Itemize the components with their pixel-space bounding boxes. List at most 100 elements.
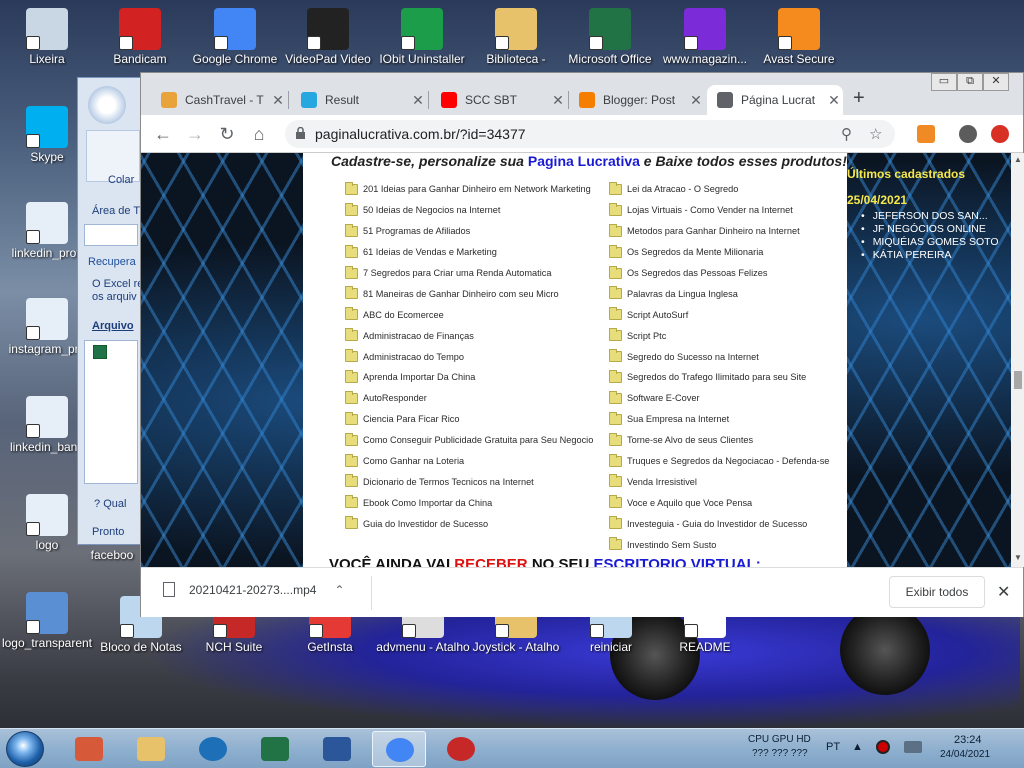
tab-close-icon[interactable]: ✕ <box>687 92 705 109</box>
new-tab-button[interactable]: + <box>853 87 865 110</box>
desktop-icon[interactable]: VideoPad Video <box>278 8 378 66</box>
extension-icon[interactable] <box>917 125 935 143</box>
banner-text: VOCÊ AINDA VAI <box>329 556 455 567</box>
bookmark-star-icon[interactable]: ☆ <box>869 125 882 143</box>
banner-text: NO SEU <box>527 556 594 567</box>
desktop-icon[interactable]: Avast Secure <box>749 8 849 66</box>
page-viewport[interactable]: Cadastre-se, personalize sua Pagina Lucr… <box>141 153 1011 567</box>
office-button-icon[interactable] <box>88 86 126 124</box>
signup-name: KÁTIA PEREIRA <box>861 249 999 262</box>
forward-icon[interactable]: → <box>183 122 207 146</box>
desktop-icon[interactable]: logo_transparent <box>0 592 97 650</box>
language-indicator[interactable]: PT <box>826 741 840 753</box>
show-all-downloads-button[interactable]: Exibir todos <box>889 576 985 608</box>
explorer-icon <box>137 737 165 761</box>
taskbar-ccleaner-button[interactable] <box>186 731 240 767</box>
product-item: Venda Irresistivel <box>609 471 829 492</box>
app-icon <box>26 8 68 50</box>
app-icon <box>401 8 443 50</box>
desktop-icon[interactable]: www.magazin... <box>655 8 755 66</box>
browser-tab[interactable]: SCC SBT ✕ <box>431 85 567 115</box>
taskbar-bandicam-rec-button[interactable] <box>434 731 488 767</box>
excel-file-icon[interactable] <box>93 345 107 359</box>
taskbar-chrome-button[interactable] <box>372 731 426 767</box>
app-icon <box>26 202 68 244</box>
tab-close-icon[interactable]: ✕ <box>269 92 287 109</box>
desktop-icon[interactable]: IObit Uninstaller <box>372 8 472 66</box>
desktop-icon[interactable]: Biblioteca - <box>466 8 566 66</box>
taskbar-explorer-button[interactable] <box>124 731 178 767</box>
ccleaner-icon <box>199 737 227 761</box>
chrome-window[interactable]: CashTravel - T ✕ Result ✕ SCC SBT ✕ Blogger: P… <box>140 72 1024 617</box>
download-filename[interactable]: 20210421-20273....mp4 <box>189 583 316 597</box>
app-icon <box>307 8 349 50</box>
browser-tab[interactable]: Página Lucrat ✕ <box>707 85 843 115</box>
status-bar: Pronto <box>92 526 125 538</box>
tab-close-icon[interactable]: ✕ <box>549 92 567 109</box>
folder-icon <box>609 453 622 467</box>
name-box[interactable] <box>84 224 138 246</box>
recovered-files-list[interactable] <box>84 340 138 484</box>
close-button[interactable]: ✕ <box>983 73 1009 91</box>
tray-chevron-icon[interactable]: ▲ <box>852 741 863 753</box>
help-link[interactable]: ? Qual <box>94 498 126 510</box>
folder-icon <box>609 349 622 363</box>
download-item[interactable]: 20210421-20273....mp4 ⌃ <box>163 582 345 597</box>
profile-avatar[interactable] <box>959 125 977 143</box>
browser-tab[interactable]: CashTravel - T ✕ <box>151 85 287 115</box>
product-title: Administracao do Tempo <box>363 351 464 362</box>
product-item: Script AutoSurf <box>609 304 829 325</box>
close-download-bar-icon[interactable]: ✕ <box>997 582 1010 602</box>
network-icon[interactable] <box>904 741 922 753</box>
clock-time[interactable]: 23:24 <box>954 734 982 746</box>
zoom-icon[interactable]: ⚲ <box>841 125 852 143</box>
banner-text: ESCRITORIO VIRTUAL: <box>593 556 761 567</box>
product-title: Lojas Virtuais - Como Vender na Internet <box>627 205 793 216</box>
product-item: Investindo Sem Susto <box>609 534 829 555</box>
chevron-up-icon[interactable]: ⌃ <box>334 583 344 597</box>
desktop-icon[interactable]: Microsoft Office <box>560 8 660 66</box>
taskbar-word-button[interactable] <box>310 731 364 767</box>
browser-tab[interactable]: Result ✕ <box>291 85 427 115</box>
browser-tab[interactable]: Blogger: Post ✕ <box>569 85 705 115</box>
start-button[interactable] <box>6 731 44 767</box>
help-icon: ? <box>94 498 101 510</box>
product-title: ABC do Ecomercee <box>363 309 444 320</box>
desktop-icon-facebook[interactable]: faceboo <box>82 548 142 562</box>
tab-separator <box>288 91 289 109</box>
update-icon[interactable] <box>991 125 1009 143</box>
scroll-thumb[interactable] <box>1014 371 1022 389</box>
taskbar-excel-button[interactable] <box>248 731 302 767</box>
bandicam-rec-icon <box>447 737 475 761</box>
excel-window[interactable]: Colar Área de T Recupera O Excel re os a… <box>77 77 143 545</box>
page-scrollbar[interactable]: ▲ ▼ <box>1011 153 1024 567</box>
maximize-button[interactable]: ⧉ <box>957 73 983 91</box>
tab-close-icon[interactable]: ✕ <box>825 92 843 109</box>
desktop-icon[interactable]: Google Chrome <box>185 8 285 66</box>
word-icon <box>323 737 351 761</box>
home-icon[interactable]: ⌂ <box>247 122 271 146</box>
record-icon[interactable] <box>876 740 890 754</box>
scroll-down-arrow[interactable]: ▼ <box>1014 553 1022 562</box>
url-text[interactable]: paginalucrativa.com.br/?id=34377 <box>315 126 526 142</box>
product-title: Investindo Sem Susto <box>627 539 717 550</box>
product-list-right: Lei da Atracao - O Segredo Lojas Virtuais… <box>609 179 829 555</box>
app-icon <box>495 8 537 50</box>
product-list-left: 201 Ideias para Ganhar Dinheiro em Netwo… <box>345 179 593 534</box>
product-item: Metodos para Ganhar Dinheiro na Internet <box>609 221 829 242</box>
back-icon[interactable]: ← <box>151 122 175 146</box>
product-title: Guia do Investidor de Sucesso <box>363 518 489 529</box>
scroll-up-arrow[interactable]: ▲ <box>1014 155 1022 164</box>
desktop-icon[interactable]: Bandicam <box>90 8 190 66</box>
folder-icon <box>609 286 622 300</box>
product-title: Venda Irresistivel <box>627 476 697 487</box>
product-item: Software E-Cover <box>609 388 829 409</box>
tab-close-icon[interactable]: ✕ <box>409 92 427 109</box>
minimize-button[interactable]: ▭ <box>931 73 957 91</box>
address-bar[interactable]: paginalucrativa.com.br/?id=34377 ⚲ ☆ <box>285 120 895 148</box>
product-title: 61 Ideias de Vendas e Marketing <box>363 247 497 258</box>
reload-icon[interactable]: ↻ <box>215 122 239 146</box>
taskbar-bandicam-button[interactable] <box>62 731 116 767</box>
clock-date[interactable]: 24/04/2021 <box>940 749 990 760</box>
desktop-icon[interactable]: Lixeira <box>0 8 97 66</box>
